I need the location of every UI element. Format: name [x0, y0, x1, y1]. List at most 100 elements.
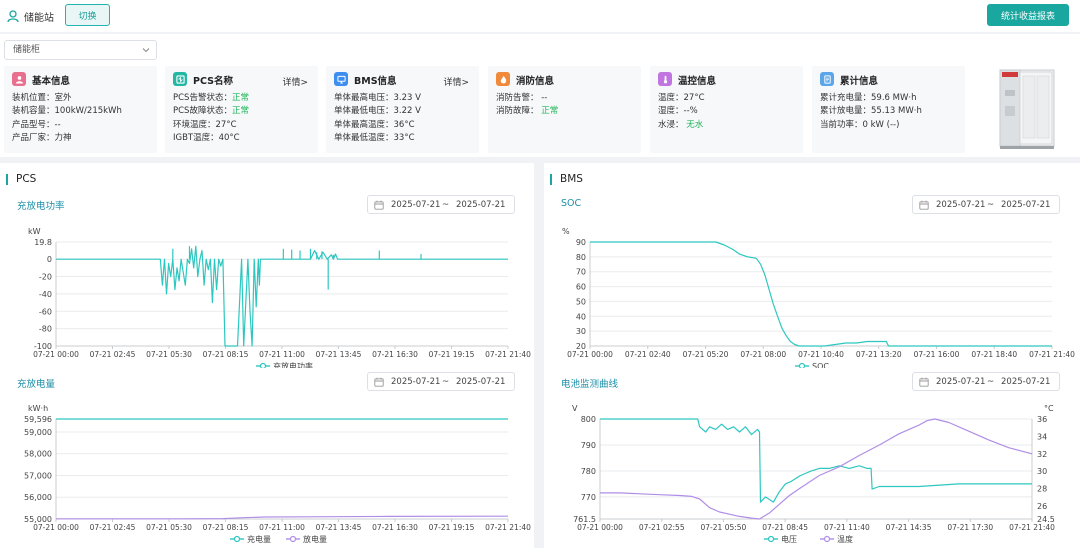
- y-tick-label: 57,000: [24, 471, 52, 480]
- card-title: 累计信息: [840, 76, 879, 87]
- x-tick-label: 07-21 00:00: [33, 523, 79, 532]
- legend-label: 充电量: [247, 534, 271, 544]
- date-range-picker[interactable]: 2025-07-21 ~ 2025-07-21: [912, 372, 1060, 391]
- device-select[interactable]: 储能柜: [4, 40, 157, 60]
- legend-marker: [798, 362, 806, 368]
- revenue-report-button[interactable]: 统计收益报表: [987, 4, 1069, 26]
- series-line-放电量: [56, 515, 509, 520]
- date-end: 2025-07-21: [456, 200, 506, 210]
- date-start: 2025-07-21: [936, 200, 986, 210]
- info-row: 产品厂家：力神: [12, 132, 72, 143]
- station-name: 储能站: [24, 13, 54, 24]
- x-tick-label: 07-21 08:15: [203, 523, 249, 532]
- date-start: 2025-07-21: [936, 377, 986, 387]
- info-row: 产品型号：--: [12, 119, 61, 130]
- legend-marker: [823, 535, 831, 543]
- y-tick-label: 60: [576, 283, 586, 292]
- info-row: 单体最高温度：36°C: [334, 119, 415, 130]
- legend-marker: [233, 535, 241, 543]
- x-tick-label: 07-21 19:15: [429, 350, 475, 359]
- card-title: PCS名称: [193, 76, 233, 87]
- legend-marker: [289, 535, 297, 543]
- x-tick-label: 07-21 08:00: [740, 350, 786, 359]
- chevron-down-icon: [142, 48, 150, 53]
- bms-panel: BMS SOC 2025-07-21 ~ 2025-07-21 % 90 80 70 6…: [544, 163, 1080, 548]
- date-end: 2025-07-21: [1001, 200, 1051, 210]
- y-tick-label: 56,000: [24, 493, 52, 502]
- pcs-alarm-row: PCS告警状态：正常: [173, 93, 249, 103]
- y-tick-label: 90: [576, 238, 586, 247]
- legend-marker: [767, 535, 775, 543]
- date-range-picker[interactable]: 2025-07-21 ~ 2025-07-21: [367, 372, 515, 391]
- y-axis-unit: kW·h: [28, 404, 48, 413]
- y-axis-unit: V: [572, 404, 578, 413]
- y-tick-label: 30: [576, 327, 586, 336]
- pcs-details-link[interactable]: 详情>: [282, 75, 308, 88]
- document-icon: [820, 72, 834, 86]
- y-right-tick-label: 32: [1037, 450, 1047, 459]
- pcs-power-chart: kW19.80-20-40-60-80-10007-21 00:00 07-21 …: [28, 227, 531, 368]
- date-range-picker[interactable]: 2025-07-21 ~ 2025-07-21: [367, 195, 515, 214]
- y-right-tick-label: 26: [1037, 502, 1047, 511]
- info-row: 单体最高电压：3.23 V: [334, 93, 421, 103]
- fire-icon: [496, 72, 510, 86]
- x-tick-label: 07-21 05:20: [683, 350, 729, 359]
- y-axis-unit: %: [562, 227, 570, 236]
- info-row: 湿度：--%: [658, 106, 698, 117]
- y-tick-label: 80: [576, 253, 586, 262]
- x-tick-label: 07-21 17:30: [947, 523, 993, 532]
- card-bms: BMS信息 详情> 单体最高电压：3.23 V 单体最低电压：3.22 V 单体…: [326, 66, 479, 153]
- info-row: 单体最低温度：33°C: [334, 132, 415, 143]
- x-tick-label: 07-21 14:35: [886, 523, 932, 532]
- info-row: 消防告警： --: [496, 93, 548, 103]
- calendar-icon: [374, 200, 384, 210]
- monitor-icon: [334, 72, 348, 86]
- x-tick-label: 07-21 11:00: [259, 350, 305, 359]
- y-tick-label: 0: [47, 255, 52, 264]
- y-tick-label: 770: [581, 493, 596, 502]
- date-end: 2025-07-21: [1001, 377, 1051, 387]
- switch-button[interactable]: 切换: [65, 4, 110, 26]
- fire-fault-row: 消防故障： 正常: [496, 106, 559, 117]
- card-fire: 消防信息 消防告警： -- 消防故障： 正常: [488, 66, 641, 153]
- y-tick-label: -80: [39, 325, 52, 334]
- pcs-icon: [173, 72, 187, 86]
- x-tick-label: 07-21 21:40: [1009, 523, 1055, 532]
- info-row: 装机容量：100kW/215kWh: [12, 106, 122, 117]
- y-right-tick-label: 36: [1037, 415, 1047, 424]
- x-tick-label: 07-21 05:50: [701, 523, 747, 532]
- y-tick-label: -20: [39, 273, 52, 282]
- energy-chart: kW·h59,59659,00058,00057,00056,00055,000…: [24, 404, 531, 544]
- x-tick-label: 07-21 02:45: [90, 350, 136, 359]
- x-tick-label: 07-21 21:40: [485, 523, 531, 532]
- card-totals: 累计信息 累计充电量：59.6 MW·h 累计放电量：55.13 MW·h 当前…: [812, 66, 965, 153]
- series-line-充放电功率: [56, 245, 508, 347]
- y-axis-unit: kW: [28, 227, 41, 236]
- x-tick-label: 07-21 02:45: [90, 523, 136, 532]
- date-separator: ~: [442, 200, 450, 210]
- x-tick-label: 07-21 02:55: [639, 523, 685, 532]
- date-separator: ~: [987, 377, 995, 387]
- y-tick-label: 59,000: [24, 428, 52, 437]
- battery-monitor-chart: V °C800790780770761.536343230282624.507-2…: [572, 404, 1055, 544]
- x-tick-label: 07-21 19:15: [429, 523, 475, 532]
- pcs-fault-row: PCS故障状态：正常: [173, 106, 249, 117]
- bms-details-link[interactable]: 详情>: [443, 75, 469, 88]
- info-row: 累计充电量：59.6 MW·h: [820, 93, 917, 103]
- top-bar: 储能站 切换 统计收益报表: [0, 0, 1080, 32]
- card-title: 基本信息: [32, 76, 71, 87]
- x-tick-label: 07-21 11:00: [259, 523, 305, 532]
- y-tick-label: 59,596: [24, 415, 52, 424]
- x-tick-label: 07-21 16:30: [372, 350, 418, 359]
- series-line-电压: [600, 418, 1032, 503]
- x-tick-label: 07-21 21:40: [1029, 350, 1075, 359]
- date-range-picker[interactable]: 2025-07-21 ~ 2025-07-21: [912, 195, 1060, 214]
- info-row: 当前功率：0 kW (--): [820, 119, 900, 130]
- x-tick-label: 07-21 13:45: [316, 523, 362, 532]
- y-tick-label: 19.8: [34, 238, 52, 247]
- x-tick-label: 07-21 08:45: [762, 523, 808, 532]
- chart-title: 充放电量: [17, 379, 56, 390]
- card-title: 温控信息: [678, 76, 717, 87]
- user-icon: [12, 72, 26, 86]
- date-separator: ~: [987, 200, 995, 210]
